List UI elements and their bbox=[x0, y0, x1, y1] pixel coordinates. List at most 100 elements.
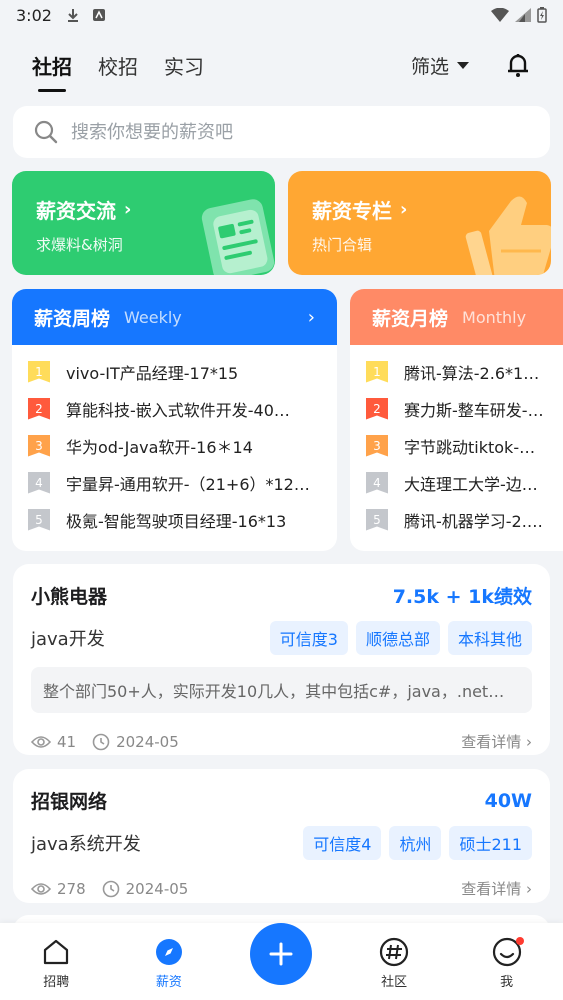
ranking-item-text: 算能科技-嵌入式软件开发-40… bbox=[66, 400, 290, 420]
salary-description: 整个部门50+人，实际开发10几人，其中包括c#，java，.net… bbox=[31, 667, 532, 713]
caret-down-icon bbox=[457, 61, 469, 69]
tag-credibility: 可信度4 bbox=[303, 826, 382, 860]
status-time: 3:02 bbox=[16, 5, 52, 25]
tab-campus-recruit[interactable]: 校招 bbox=[98, 43, 138, 88]
tab-social-recruit[interactable]: 社招 bbox=[32, 43, 72, 92]
salary-column-title: 薪资专栏 bbox=[312, 199, 392, 223]
home-icon bbox=[44, 939, 69, 965]
chevron-right-icon: › bbox=[526, 733, 532, 751]
search-icon bbox=[34, 120, 58, 144]
chevron-right-icon: › bbox=[124, 199, 132, 220]
bell-icon[interactable] bbox=[505, 52, 531, 78]
ranking-item[interactable]: 5 腾讯-机器学习-2.8*1 bbox=[366, 501, 547, 538]
add-post-button[interactable] bbox=[250, 923, 312, 985]
salary-amount: 7.5k + 1k绩效 bbox=[392, 586, 532, 608]
nav-label: 薪资 bbox=[155, 975, 182, 990]
rank-badge: 3 bbox=[28, 434, 50, 457]
post-date-value: 2024-05 bbox=[125, 879, 189, 898]
chevron-right-icon: › bbox=[307, 306, 315, 328]
ranking-item-text: 赛力斯-整车研发-按学 bbox=[404, 400, 547, 420]
tab-internship[interactable]: 实习 bbox=[164, 43, 204, 88]
weekly-ranking-card[interactable]: 薪资周榜 Weekly › 1 vivo-IT产品经理-17*15 2 算能科技-嵌… bbox=[12, 289, 337, 551]
ranking-item[interactable]: 3 华为od-Java软开-16＊14 bbox=[28, 427, 321, 464]
ranking-item[interactable]: 3 字节跳动tiktok-推荐 bbox=[366, 427, 547, 464]
wifi-icon bbox=[491, 8, 509, 22]
ranking-item[interactable]: 2 算能科技-嵌入式软件开发-40… bbox=[28, 390, 321, 427]
app-notification-icon bbox=[92, 9, 105, 21]
ranking-item-text: 宇量昇-通用软开-（21+6）*12… bbox=[66, 474, 310, 494]
hashtag-icon bbox=[379, 937, 409, 967]
rank-badge: 2 bbox=[28, 397, 50, 420]
battery-icon bbox=[537, 7, 547, 23]
view-count: 278 bbox=[31, 880, 86, 898]
clock-icon bbox=[92, 733, 110, 750]
filter-label: 筛选 bbox=[410, 55, 449, 78]
ranking-item[interactable]: 4 宇量昇-通用软开-（21+6）*12… bbox=[28, 464, 321, 501]
company-name: 招银网络 bbox=[31, 791, 108, 813]
ranking-item[interactable]: 1 vivo-IT产品经理-17*15 bbox=[28, 353, 321, 390]
monthly-ranking-header[interactable]: 薪资月榜 Monthly bbox=[350, 289, 563, 345]
ranking-item-text: 极氪-智能驾驶项目经理-16*13 bbox=[66, 511, 287, 531]
salary-exchange-card[interactable]: 薪资交流 › 求爆料&树洞 bbox=[12, 171, 275, 275]
view-count: 41 bbox=[31, 733, 76, 751]
ranking-item-text: 腾讯-算法-2.6*16+0. bbox=[404, 363, 547, 383]
document-illustration-icon bbox=[201, 199, 275, 275]
chevron-right-icon: › bbox=[526, 880, 532, 898]
bottom-nav: 招聘 薪资 社区 我 bbox=[0, 923, 563, 1000]
signal-icon bbox=[515, 8, 531, 22]
rank-badge: 4 bbox=[28, 471, 50, 494]
nav-label: 我 bbox=[500, 975, 514, 990]
view-details-link[interactable]: 查看详情 › bbox=[461, 878, 532, 899]
monthly-ranking-title: 薪资月榜 bbox=[372, 307, 449, 330]
salary-card[interactable]: 招银网络 40W java系统开发 可信度4 杭州 硕士211 278 2024… bbox=[13, 769, 550, 903]
weekly-ranking-title: 薪资周榜 bbox=[34, 307, 111, 330]
clock-icon bbox=[102, 880, 119, 897]
ranking-item[interactable]: 4 大连理工大学-边角料 bbox=[366, 464, 547, 501]
ranking-item-text: 腾讯-机器学习-2.8*1 bbox=[404, 511, 547, 531]
weekly-ranking-header[interactable]: 薪资周榜 Weekly › bbox=[12, 289, 337, 345]
salary-column-card[interactable]: 薪资专栏 › 热门合辑 bbox=[288, 171, 551, 275]
tag-location: 顺德总部 bbox=[355, 621, 440, 655]
ranking-item-text: vivo-IT产品经理-17*15 bbox=[66, 363, 239, 383]
search-input[interactable] bbox=[71, 121, 511, 143]
monthly-ranking-subtitle: Monthly bbox=[462, 307, 527, 327]
tag-education: 硕士211 bbox=[449, 826, 532, 860]
rank-badge: 4 bbox=[366, 471, 388, 494]
tag-location: 杭州 bbox=[389, 826, 442, 860]
thumbs-up-illustration-icon bbox=[465, 196, 551, 275]
nav-item-me[interactable]: 我 bbox=[472, 937, 542, 990]
notification-dot bbox=[515, 937, 524, 945]
rank-badge: 5 bbox=[366, 508, 388, 531]
nav-item-community[interactable]: 社区 bbox=[359, 937, 429, 990]
ranking-item-text: 字节跳动tiktok-推荐 bbox=[404, 437, 547, 457]
ranking-item-text: 大连理工大学-边角料 bbox=[404, 474, 547, 494]
filter-dropdown[interactable]: 筛选 bbox=[411, 52, 469, 79]
rank-badge: 1 bbox=[28, 360, 50, 383]
eye-icon bbox=[31, 735, 51, 748]
view-details-label: 查看详情 bbox=[461, 880, 522, 898]
rank-badge: 5 bbox=[28, 508, 50, 531]
status-bar: 3:02 bbox=[0, 0, 563, 30]
ranking-item[interactable]: 5 极氪-智能驾驶项目经理-16*13 bbox=[28, 501, 321, 538]
nav-item-recruit[interactable]: 招聘 bbox=[21, 937, 91, 990]
rank-badge: 1 bbox=[366, 360, 388, 383]
ranking-item[interactable]: 1 腾讯-算法-2.6*16+0. bbox=[366, 353, 547, 390]
monthly-ranking-card[interactable]: 薪资月榜 Monthly 1 腾讯-算法-2.6*16+0. 2 赛力斯-整车研发-… bbox=[350, 289, 563, 551]
view-count-value: 41 bbox=[57, 732, 77, 751]
compass-icon bbox=[155, 939, 182, 965]
post-date: 2024-05 bbox=[92, 733, 179, 751]
download-icon bbox=[67, 9, 78, 22]
post-date: 2024-05 bbox=[102, 879, 189, 898]
nav-label: 社区 bbox=[381, 975, 408, 990]
position-title: java开发 bbox=[31, 629, 105, 650]
nav-label: 招聘 bbox=[43, 975, 70, 990]
view-details-link[interactable]: 查看详情 › bbox=[461, 731, 532, 752]
tag-credibility: 可信度3 bbox=[269, 621, 348, 655]
nav-item-salary[interactable]: 薪资 bbox=[134, 937, 204, 990]
weekly-ranking-subtitle: Weekly bbox=[124, 307, 182, 327]
salary-card[interactable]: 小熊电器 7.5k + 1k绩效 java开发 可信度3 顺德总部 本科其他 整… bbox=[13, 564, 550, 755]
rank-badge: 2 bbox=[366, 397, 388, 420]
plus-icon bbox=[269, 942, 293, 966]
search-bar[interactable] bbox=[13, 106, 550, 158]
ranking-item[interactable]: 2 赛力斯-整车研发-按学 bbox=[366, 390, 547, 427]
